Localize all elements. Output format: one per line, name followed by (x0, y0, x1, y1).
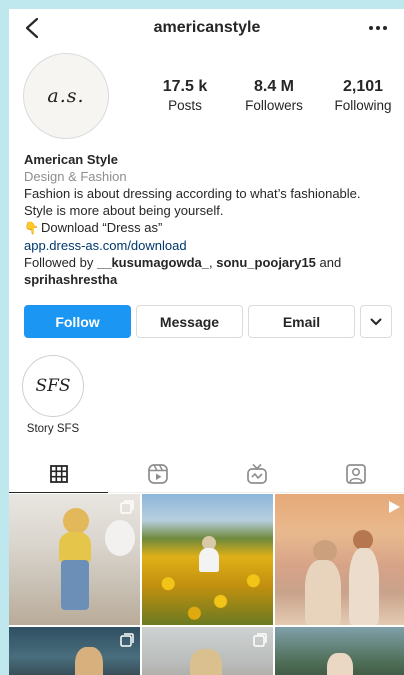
tab-igtv[interactable] (207, 455, 306, 492)
followed-by-user-3: sprihashrestha (24, 272, 118, 287)
stat-following[interactable]: 2,101 Following (332, 78, 394, 113)
stat-posts-count: 17.5 k (162, 78, 208, 95)
story-highlight[interactable]: SFS Story SFS (21, 355, 85, 435)
pointing-hand-icon: 👇 (24, 221, 39, 235)
tagged-icon (345, 463, 366, 484)
profile-actions: Follow Message Email (24, 305, 392, 338)
post-thumbnail[interactable] (142, 494, 273, 625)
stat-followers[interactable]: 8.4 M Followers (243, 78, 305, 113)
chevron-down-icon (370, 318, 382, 325)
profile-display-name: American Style (24, 152, 118, 167)
grid-icon (49, 464, 68, 483)
multiple-photos-icon (120, 633, 134, 647)
profile-category: Design & Fashion (24, 169, 127, 184)
post-thumbnail[interactable] (9, 627, 140, 675)
bio-download-line: 👇 Download “Dress as” (24, 219, 400, 237)
post-thumbnail[interactable] (275, 494, 404, 625)
followed-by-user-1: __kusumagowda_ (96, 255, 209, 270)
followed-by[interactable]: Followed by __kusumagowda_, sonu_poojary… (24, 254, 400, 271)
top-bar: americanstyle (9, 9, 404, 47)
profile-bio: American Style Design & Fashion Fashion … (24, 151, 400, 288)
profile-screen: americanstyle a.s. 17.5 k Posts 8.4 M Fo… (9, 9, 404, 675)
profile-website-link[interactable]: app.dress-as.com/download (24, 237, 400, 254)
message-button[interactable]: Message (136, 305, 243, 338)
tab-posts-grid[interactable] (9, 455, 108, 493)
more-options-icon[interactable] (367, 21, 389, 35)
tab-tagged[interactable] (306, 455, 404, 492)
bio-download-text: Download “Dress as” (40, 220, 163, 235)
posts-grid (9, 494, 404, 675)
profile-stats: 17.5 k Posts 8.4 M Followers 2,101 Follo… (154, 78, 394, 113)
multiple-photos-icon (120, 500, 134, 514)
suggested-accounts-button[interactable] (360, 305, 392, 338)
highlight-cover: SFS (22, 355, 84, 417)
followed-by-and: and (315, 255, 342, 270)
follow-button[interactable]: Follow (24, 305, 131, 338)
post-thumbnail[interactable] (9, 494, 140, 625)
profile-avatar[interactable]: a.s. (23, 53, 109, 139)
highlight-label: Story SFS (26, 423, 80, 435)
followed-by-user-2: sonu_poojary15 (216, 255, 316, 270)
bio-line-1: Fashion is about dressing according to w… (24, 186, 361, 201)
stat-posts-label: Posts (168, 98, 202, 113)
stat-followers-label: Followers (245, 98, 303, 113)
stat-posts[interactable]: 17.5 k Posts (154, 78, 216, 113)
tab-reels[interactable] (108, 455, 207, 492)
profile-tabs (9, 455, 404, 493)
video-play-icon (389, 501, 400, 513)
avatar-logo-text: a.s. (47, 85, 85, 107)
followed-by-prefix: Followed by (24, 255, 97, 270)
stat-following-count: 2,101 (342, 78, 384, 95)
highlight-cover-text: SFS (35, 376, 71, 396)
bio-line-2: Style is more about being yourself. (24, 203, 224, 218)
post-thumbnail[interactable] (275, 627, 404, 675)
reels-icon (147, 463, 168, 484)
igtv-icon (246, 463, 267, 484)
email-button[interactable]: Email (248, 305, 355, 338)
stat-followers-count: 8.4 M (253, 78, 294, 95)
multiple-photos-icon (253, 633, 267, 647)
stat-following-label: Following (334, 98, 392, 113)
post-thumbnail[interactable] (142, 627, 273, 675)
profile-username: americanstyle (153, 19, 261, 36)
